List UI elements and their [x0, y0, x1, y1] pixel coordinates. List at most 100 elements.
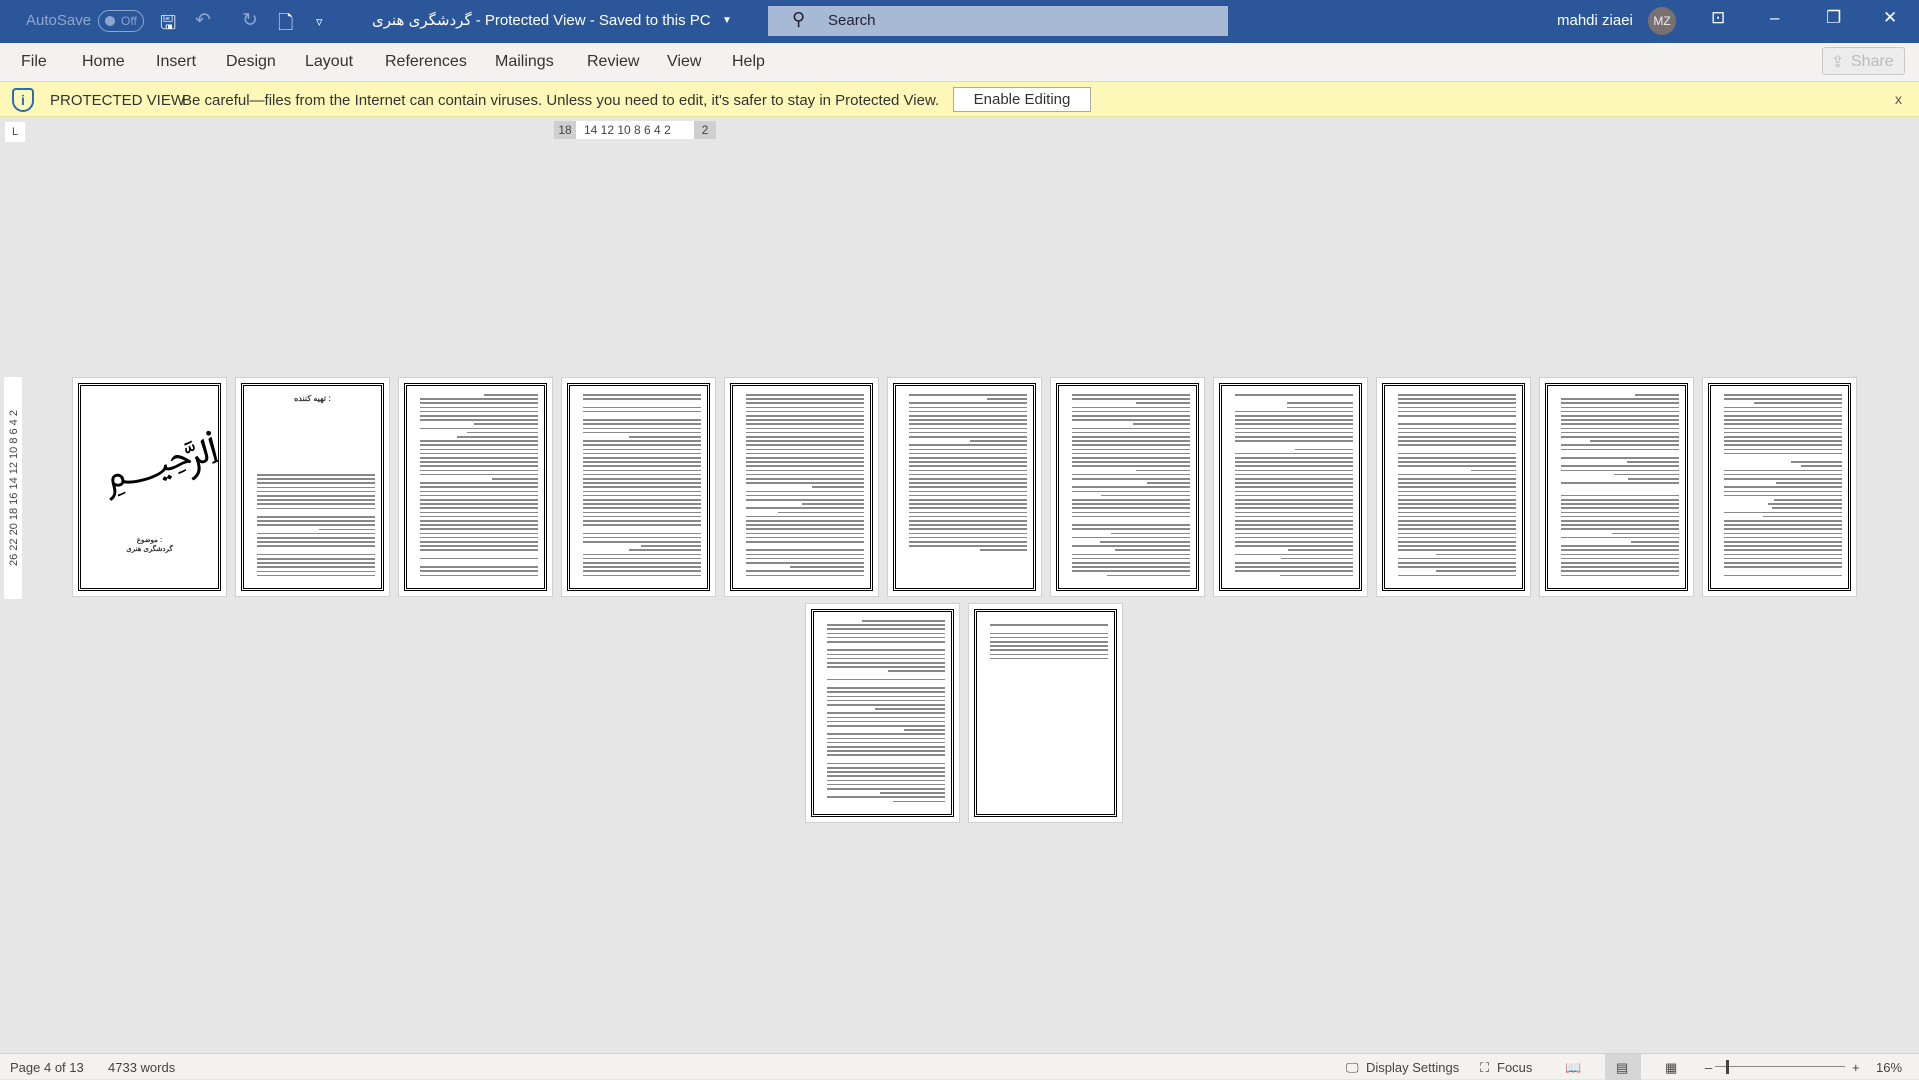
page-thumbnail[interactable]: تهیه کننده : — [235, 377, 390, 597]
text-line — [583, 482, 701, 484]
protected-view-message: Be careful—files from the Internet can c… — [182, 92, 939, 109]
text-line — [1398, 478, 1516, 480]
text-line — [257, 545, 375, 547]
autosave-toggle[interactable]: Off — [98, 10, 144, 32]
page-thumbnail[interactable] — [1702, 377, 1857, 597]
tab-file[interactable]: File — [21, 53, 47, 71]
text-line — [484, 394, 538, 396]
text-line — [1235, 545, 1353, 547]
text-line — [746, 520, 864, 522]
text-line — [1136, 470, 1190, 472]
page-border — [404, 383, 547, 591]
text-line — [583, 428, 701, 430]
text-line — [257, 503, 375, 505]
user-name[interactable]: mahdi ziaei — [1557, 12, 1633, 29]
text-line — [1724, 545, 1842, 547]
document-title[interactable]: گردشگری هنری - Protected View - Saved to… — [372, 11, 711, 29]
word-count[interactable]: 4733 words — [108, 1060, 175, 1075]
search-input[interactable]: ⚲ Search — [768, 6, 1228, 36]
text-line — [1635, 394, 1679, 396]
text-line — [1072, 419, 1190, 421]
display-settings-button[interactable]: Display Settings — [1366, 1060, 1459, 1075]
tab-layout[interactable]: Layout — [305, 53, 353, 71]
text-line — [257, 541, 375, 543]
text-line — [1398, 562, 1516, 564]
page-thumbnail[interactable] — [1050, 377, 1205, 597]
save-icon[interactable]: 🖫 — [160, 9, 176, 41]
page-thumbnail[interactable] — [561, 377, 716, 597]
text-line — [990, 637, 1108, 639]
text-line — [1724, 419, 1842, 421]
tab-home[interactable]: Home — [82, 53, 125, 71]
undo-icon[interactable]: ↶ — [195, 9, 211, 32]
ruler-marks: 14 12 10 8 6 4 2 — [584, 123, 671, 137]
focus-icon[interactable]: ⛶ — [1480, 1060, 1489, 1076]
page-thumbnail[interactable] — [968, 603, 1123, 823]
page-thumbnail[interactable] — [887, 377, 1042, 597]
tab-help[interactable]: Help — [732, 53, 765, 71]
read-mode-icon[interactable]: 📖 — [1565, 1060, 1581, 1076]
page-thumbnail[interactable] — [805, 603, 960, 823]
tab-review[interactable]: Review — [587, 53, 639, 71]
text-line — [1561, 516, 1679, 518]
ribbon-display-icon[interactable]: ⊡ — [1711, 8, 1725, 28]
customize-qat-icon[interactable]: ▿ — [316, 14, 323, 30]
page-thumbnail[interactable] — [398, 377, 553, 597]
text-line — [909, 520, 1027, 522]
zoom-in-button[interactable]: + — [1852, 1060, 1860, 1075]
tab-mailings[interactable]: Mailings — [495, 53, 554, 71]
zoom-slider-thumb[interactable] — [1726, 1060, 1729, 1074]
redo-icon[interactable]: ↻ — [242, 9, 258, 32]
page-thumbnail[interactable] — [1213, 377, 1368, 597]
text-line — [1398, 533, 1516, 535]
vertical-ruler[interactable]: 26 22 20 18 16 14 12 10 8 6 4 2 — [4, 377, 22, 599]
page-thumbnail[interactable] — [724, 377, 879, 597]
close-protected-bar-button[interactable]: x — [1895, 91, 1902, 107]
text-line — [827, 733, 945, 735]
text-line — [1398, 566, 1516, 568]
text-line — [1754, 402, 1842, 404]
text-line — [1724, 478, 1842, 480]
horizontal-ruler[interactable]: 18 14 12 10 8 6 4 2 2 — [554, 121, 716, 139]
avatar[interactable]: MZ — [1648, 7, 1676, 35]
text-line — [827, 738, 945, 740]
enable-editing-button[interactable]: Enable Editing — [953, 87, 1091, 112]
text-line — [909, 512, 1027, 514]
print-layout-icon[interactable]: ▤ — [1616, 1060, 1628, 1076]
focus-button[interactable]: Focus — [1497, 1060, 1532, 1075]
text-line — [420, 470, 538, 472]
text-line — [746, 533, 864, 535]
text-line — [1724, 428, 1842, 430]
minimize-icon[interactable]: – — [1770, 8, 1779, 28]
text-line — [746, 554, 864, 556]
zoom-slider[interactable] — [1715, 1066, 1845, 1067]
restore-icon[interactable]: ❐ — [1826, 8, 1841, 28]
web-layout-icon[interactable]: ▦ — [1665, 1060, 1677, 1076]
tab-view[interactable]: View — [667, 53, 701, 71]
page-thumbnail[interactable] — [1539, 377, 1694, 597]
zoom-level[interactable]: 16% — [1876, 1060, 1902, 1075]
text-line — [746, 453, 864, 455]
share-button[interactable]: ⇪ Share — [1822, 47, 1905, 75]
tab-selector[interactable]: L — [5, 122, 25, 142]
text-line — [1612, 533, 1679, 535]
page-thumbnail[interactable]: ﷽ موضوع : گردشگری هنری — [72, 377, 227, 597]
tab-insert[interactable]: Insert — [156, 53, 196, 71]
text-line — [1072, 440, 1190, 442]
text-line — [1288, 549, 1353, 551]
page-count[interactable]: Page 4 of 13 — [10, 1060, 84, 1075]
display-settings-icon[interactable]: 🖵 — [1346, 1060, 1359, 1076]
text-line — [1724, 491, 1842, 493]
text-line — [1724, 398, 1842, 400]
page-border — [974, 609, 1117, 817]
text-line — [746, 558, 864, 560]
close-icon[interactable]: ✕ — [1883, 8, 1897, 28]
text-line — [257, 508, 375, 510]
tab-references[interactable]: References — [385, 53, 467, 71]
page-thumbnail[interactable] — [1376, 377, 1531, 597]
new-document-icon[interactable]: 🗋 — [278, 9, 293, 41]
chevron-down-icon[interactable]: ▼ — [722, 15, 732, 26]
text-line — [1398, 457, 1516, 459]
tab-design[interactable]: Design — [226, 53, 276, 71]
zoom-out-button[interactable]: – — [1705, 1060, 1712, 1075]
